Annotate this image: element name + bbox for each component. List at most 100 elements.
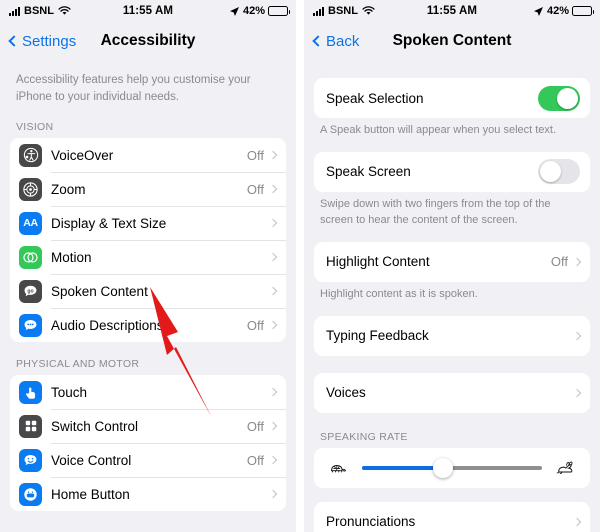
chevron-right-icon (572, 517, 582, 526)
status-left-group: BSNL (313, 5, 375, 17)
carrier-label: BSNL (328, 5, 358, 17)
row-value: Off (246, 181, 264, 197)
status-right-group: 42% (229, 5, 290, 17)
row-label: Voices (326, 385, 366, 401)
row-voiceover[interactable]: VoiceOver Off (10, 138, 286, 173)
chevron-right-icon (572, 388, 582, 397)
speaking-rate-track[interactable] (362, 457, 542, 478)
svg-text:go: go (27, 289, 33, 295)
physical-motor-group: Touch Switch Control Off Voice Control O… (10, 375, 286, 512)
highlight-content-group: Highlight Content Off (314, 241, 590, 282)
status-bar-right: BSNL 11:55 AM 42% (304, 0, 600, 22)
nav-bar-right: Back Spoken Content (304, 22, 600, 60)
speak-selection-toggle[interactable] (538, 85, 580, 111)
row-display-text-size[interactable]: AA Display & Text Size (10, 206, 286, 241)
row-label: Pronunciations (326, 514, 416, 530)
chevron-right-icon (268, 422, 278, 431)
back-button[interactable]: Back (312, 33, 359, 50)
row-speak-screen[interactable]: Speak Screen (314, 151, 590, 192)
row-value: Off (246, 452, 264, 468)
row-label: Zoom (51, 181, 86, 197)
row-highlight-content[interactable]: Highlight Content Off (314, 241, 590, 282)
section-header-physical-and-motor: PHYSICAL AND MOTOR (16, 358, 140, 371)
tortoise-icon (326, 460, 350, 475)
chevron-right-icon (268, 456, 278, 465)
speaking-rate-group (314, 447, 590, 488)
status-right-group: 42% (533, 5, 594, 17)
chevron-right-icon (268, 253, 278, 262)
chevron-right-icon (268, 388, 278, 397)
row-label: Highlight Content (326, 254, 430, 270)
battery-icon (572, 6, 594, 16)
motion-icon (19, 245, 42, 269)
nav-bar-left: Settings Accessibility (0, 22, 296, 60)
battery-percent-label: 42% (242, 5, 265, 17)
status-left-group: BSNL (9, 5, 71, 17)
row-switch-control[interactable]: Switch Control Off (10, 409, 286, 444)
row-label: Spoken Content (51, 283, 148, 299)
row-zoom[interactable]: Zoom Off (10, 172, 286, 207)
chevron-right-icon (268, 490, 278, 499)
row-motion[interactable]: Motion (10, 240, 286, 275)
wifi-icon (58, 6, 71, 15)
chevron-right-icon (268, 219, 278, 228)
chevron-right-icon (572, 331, 582, 340)
accessibility-blurb: Accessibility features help you customis… (16, 74, 251, 103)
row-label: Audio Descriptions (51, 317, 164, 333)
chevron-right-icon (268, 287, 278, 296)
left-phone-screen: BSNL 11:55 AM 42% Settings Accessibility… (0, 0, 296, 532)
speak-selection-footnote: A Speak button will appear when you sele… (320, 124, 557, 136)
cellular-bars-icon (313, 6, 324, 16)
aa-glyph: AA (23, 217, 38, 230)
row-label: Speak Selection (326, 90, 424, 106)
row-value: Off (246, 317, 264, 333)
chevron-right-icon (268, 321, 278, 330)
row-touch[interactable]: Touch (10, 375, 286, 410)
speaking-rate-slider-row[interactable] (314, 447, 590, 488)
row-label: Touch (51, 384, 88, 400)
switch-control-icon (19, 414, 42, 438)
audio-descriptions-icon (19, 313, 42, 337)
chevron-right-icon (268, 185, 278, 194)
right-content: Speak Selection A Speak button will appe… (304, 60, 600, 532)
row-typing-feedback[interactable]: Typing Feedback (314, 315, 590, 356)
home-button-icon (19, 482, 42, 506)
back-button-settings[interactable]: Settings (8, 33, 76, 50)
row-spoken-content[interactable]: go Spoken Content (10, 274, 286, 309)
vision-group: VoiceOver Off Zoom Off AA Display & Text… (10, 138, 286, 343)
row-voice-control[interactable]: Voice Control Off (10, 443, 286, 478)
row-label: Voice Control (51, 452, 132, 468)
chevron-right-icon (268, 151, 278, 160)
location-arrow-icon (229, 6, 239, 16)
wifi-icon (362, 6, 375, 15)
voices-group: Voices (314, 372, 590, 413)
typing-feedback-group: Typing Feedback (314, 315, 590, 356)
left-content: Accessibility features help you customis… (0, 60, 296, 512)
battery-percent-label: 42% (546, 5, 569, 17)
row-speak-selection[interactable]: Speak Selection (314, 78, 590, 118)
speaking-rate-fill (362, 466, 443, 470)
row-value: Off (246, 418, 264, 434)
row-pronunciations[interactable]: Pronunciations (314, 501, 590, 532)
zoom-icon (19, 177, 42, 201)
row-label: VoiceOver (51, 147, 114, 163)
voiceover-icon (19, 143, 42, 167)
row-home-button[interactable]: Home Button (10, 477, 286, 512)
highlight-content-footnote: Highlight content as it is spoken. (320, 287, 478, 300)
voice-control-icon (19, 448, 42, 472)
row-label: Motion (51, 249, 92, 265)
location-arrow-icon (533, 6, 543, 16)
speak-selection-group: Speak Selection (314, 78, 590, 118)
row-voices[interactable]: Voices (314, 372, 590, 413)
row-value: Off (550, 254, 568, 270)
speak-screen-footnote: Swipe down with two fingers from the top… (320, 197, 551, 226)
speaking-rate-thumb[interactable] (433, 457, 453, 478)
row-label: Speak Screen (326, 164, 411, 180)
row-label: Display & Text Size (51, 215, 167, 231)
hare-icon (554, 460, 578, 476)
status-bar-left: BSNL 11:55 AM 42% (0, 0, 296, 22)
row-audio-descriptions[interactable]: Audio Descriptions Off (10, 308, 286, 343)
chevron-right-icon (572, 257, 582, 267)
speak-screen-toggle[interactable] (538, 159, 580, 185)
chevron-left-icon (312, 35, 324, 47)
